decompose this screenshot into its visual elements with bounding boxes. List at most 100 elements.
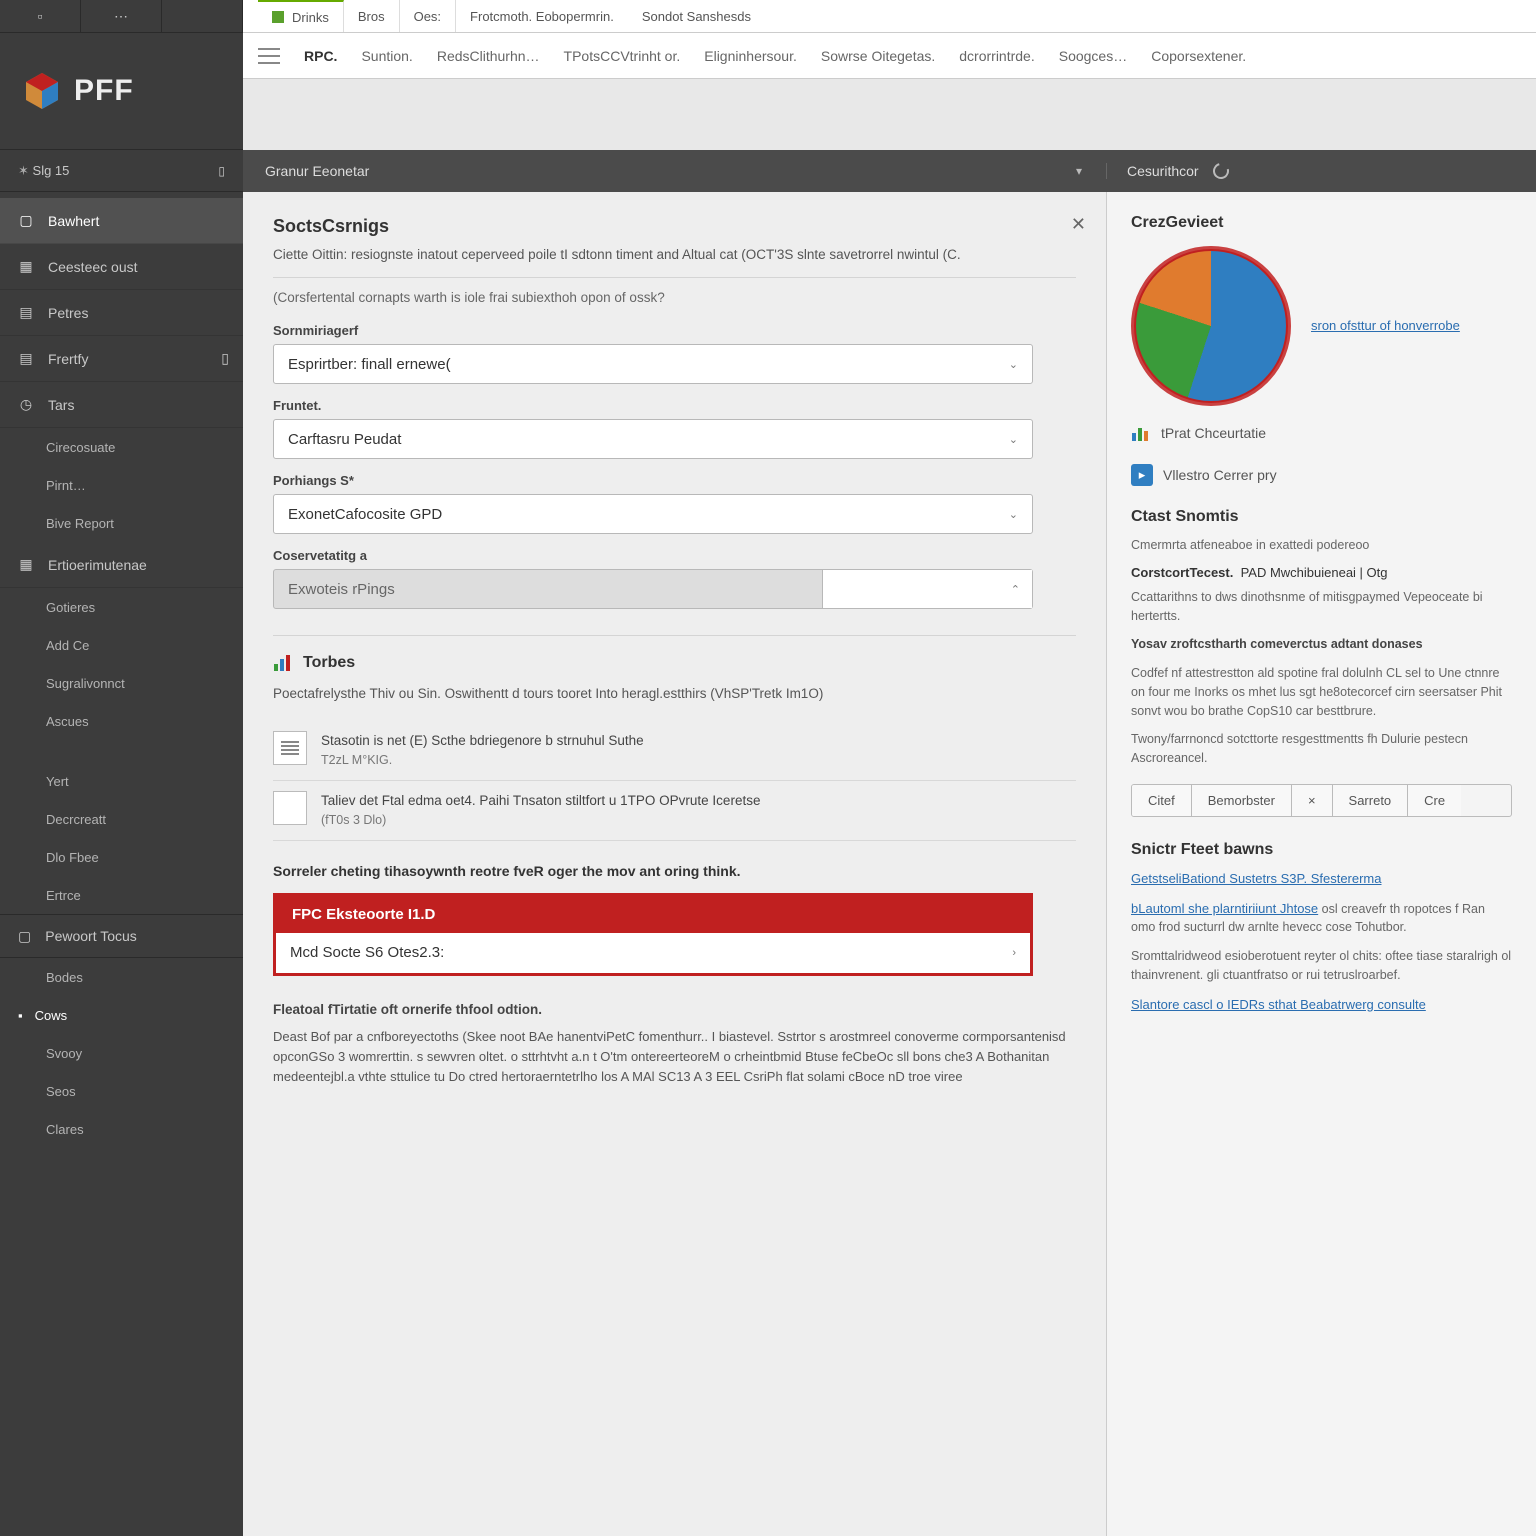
- menu-tpots[interactable]: TPotsCCVtrinht or.: [564, 48, 681, 64]
- sidebar-sub-cirecosuate[interactable]: Cirecosuate: [0, 428, 243, 466]
- alert-header: FPC Eksteoorte I1.D: [276, 896, 1030, 933]
- play-icon: ▸: [1131, 464, 1153, 486]
- caret-up-icon: ⌃: [1011, 583, 1020, 596]
- menu-elign[interactable]: Eligninhersour.: [704, 48, 797, 64]
- sidebar-top-2[interactable]: ⋯: [81, 0, 162, 32]
- sidebar-sub-sugral[interactable]: Sugralivonnct: [0, 664, 243, 702]
- menu-suntion[interactable]: Suntion.: [361, 48, 412, 64]
- caret-down-icon: ⌄: [1009, 433, 1018, 446]
- sidebar-sub-gotieres[interactable]: Gotieres: [0, 588, 243, 626]
- menu-copor[interactable]: Coporsextener.: [1151, 48, 1246, 64]
- refresh-icon[interactable]: [1210, 160, 1232, 182]
- field-label-4: Coservetatitg a: [273, 548, 1076, 563]
- sub-header-title: Granur Eeonetar: [265, 163, 369, 179]
- sidebar-sub-ertrce[interactable]: Ertrce: [0, 876, 243, 914]
- chart-icon: [1131, 424, 1151, 442]
- select-porhiangs[interactable]: ExonetCafocosite GPD⌄: [273, 494, 1033, 534]
- sidebar-top-3[interactable]: [162, 0, 243, 32]
- sidebar-util: ✶ Slg 15 ▯: [0, 150, 243, 192]
- menu-rpc[interactable]: RPC.: [304, 48, 337, 64]
- sidebar-sub-ascues[interactable]: Ascues: [0, 702, 243, 740]
- sidebar: ▫ ⋯ PFF ✶ Slg 15 ▯ ▢Bawhert ▦Ceesteec ou…: [0, 0, 243, 1536]
- main-para: Deast Bof par a cnfboreyectoths (Skee no…: [273, 1027, 1076, 1087]
- tab-bros[interactable]: Bros: [344, 0, 400, 32]
- rpanel-title: CrezGevieet: [1131, 214, 1512, 232]
- alert-block: FPC Eksteoorte I1.D Mcd Socte S6 Otes2.3…: [273, 893, 1033, 976]
- rpanel-small4: Codfef nf attestrestton ald spotine fral…: [1131, 664, 1512, 720]
- sidebar-foot-svooy[interactable]: Svooy: [0, 1034, 243, 1072]
- pie-chart: [1131, 246, 1291, 406]
- sub-header-right-label: Cesurithcor: [1127, 163, 1199, 179]
- sidebar-foot-clares[interactable]: Clares: [0, 1110, 243, 1148]
- sidebar-item-bawhert[interactable]: ▢Bawhert: [0, 198, 243, 244]
- sidebar-foot-seos[interactable]: Seos: [0, 1072, 243, 1110]
- caret-down-icon: ⌄: [1009, 358, 1018, 371]
- menu-reds[interactable]: RedsClithurhn…: [437, 48, 540, 64]
- field-label-3: Porhiangs S*: [273, 473, 1076, 488]
- btn-cre[interactable]: Cre: [1408, 785, 1461, 816]
- tab-oes[interactable]: Oes:: [400, 0, 456, 32]
- brand: PFF: [0, 33, 243, 150]
- sidebar-sub-bive[interactable]: Bive Report: [0, 504, 243, 542]
- tab-color-icon: [272, 11, 284, 23]
- button-row: Citef Bemorbster × Sarreto Cre: [1131, 784, 1512, 817]
- sidebar-foot-bodes[interactable]: Bodes: [0, 958, 243, 996]
- sidebar-sub-yert[interactable]: Yert: [0, 762, 243, 800]
- sidebar-item-ceesteec[interactable]: ▦Ceesteec oust: [0, 244, 243, 290]
- sidebar-top-icons: ▫ ⋯: [0, 0, 243, 33]
- btn-citef[interactable]: Citef: [1132, 785, 1192, 816]
- square-icon: ▢: [18, 928, 31, 945]
- rpanel-small2: Ccattarithns to dws dinothsnme of mitisg…: [1131, 588, 1512, 626]
- chevron-down-icon[interactable]: ▾: [1076, 164, 1082, 178]
- sidebar-top-1[interactable]: ▫: [0, 0, 81, 32]
- rpanel-h4-snictr: Snictr Fteet bawns: [1131, 841, 1512, 859]
- list-item-2[interactable]: Taliev det Ftal edma oet4. Paihi Tnsaton…: [273, 781, 1076, 841]
- main-intro2: (Corsfertental cornapts warth is iole fr…: [273, 277, 1076, 305]
- doc-icon: ▤: [18, 351, 34, 367]
- collapse-icon[interactable]: ▯: [218, 164, 225, 178]
- dot-icon: ▪: [18, 1008, 23, 1023]
- chart-icon: [273, 654, 293, 672]
- select-fruntet[interactable]: Carftasru Peudat⌄: [273, 419, 1033, 459]
- rpanel-strong1: CorstcortTecest. PAD Mwchibuieneai | Otg: [1131, 565, 1512, 580]
- menu-sowrse[interactable]: Sowrse Oitegetas.: [821, 48, 935, 64]
- sidebar-footer-hdr[interactable]: ▢Pewoort Tocus: [0, 914, 243, 958]
- close-icon[interactable]: ✕: [1071, 214, 1086, 235]
- btn-close[interactable]: ×: [1292, 785, 1333, 816]
- doc-icon: ▤: [18, 305, 34, 321]
- menu-dcror[interactable]: dcrorrintrde.: [959, 48, 1034, 64]
- select-sormniriagerf[interactable]: Esprirtber: finall ernewe(⌄: [273, 344, 1033, 384]
- pie-link[interactable]: sron ofsttur of honverrobe: [1311, 317, 1460, 335]
- sidebar-item-frertfy[interactable]: ▤Frertfy▯: [0, 336, 243, 382]
- sidebar-sub-dlofbee[interactable]: Dlo Fbee: [0, 838, 243, 876]
- rpanel-small9: Slantore cascl o IEDRs sthat Beabatrwerg…: [1131, 995, 1512, 1015]
- sidebar-sub-addce[interactable]: Add Ce: [0, 626, 243, 664]
- alert-select[interactable]: Mcd Socte S6 Otes2.3:›: [276, 933, 1030, 973]
- caret-down-icon: ⌄: [1009, 508, 1018, 521]
- sidebar-foot-cows[interactable]: ▪Cows: [0, 996, 243, 1034]
- mini-link-1[interactable]: tPrat Chceurtatie: [1131, 424, 1512, 442]
- sidebar-item-ertioer[interactable]: ▦Ertioerimutenae: [0, 542, 243, 588]
- menu-soogces[interactable]: Soogces…: [1059, 48, 1127, 64]
- sidebar-sub-decrcreatt[interactable]: Decrcreatt: [0, 800, 243, 838]
- sidebar-nav: ▢Bawhert ▦Ceesteec oust ▤Petres ▤Frertfy…: [0, 192, 243, 1536]
- gear-icon: ◷: [18, 397, 34, 413]
- util-label: Slg 15: [33, 163, 70, 178]
- torbes-note: Poectafrelysthe Thiv ou Sin. Oswithentt …: [273, 684, 1076, 704]
- main-title: SoctsCsrnigs: [273, 216, 1076, 237]
- btn-sarreto[interactable]: Sarreto: [1333, 785, 1409, 816]
- list-item-1[interactable]: Stasotin is net (E) Scthe bdriegenore b …: [273, 721, 1076, 781]
- sidebar-item-petres[interactable]: ▤Petres: [0, 290, 243, 336]
- btn-bemorbster[interactable]: Bemorbster: [1192, 785, 1292, 816]
- main-panel: ✕ SoctsCsrnigs Ciette Oittin: resiognste…: [243, 192, 1106, 1536]
- tab-sondot[interactable]: Sondot Sanshesds: [628, 0, 765, 32]
- grid-icon: ▦: [18, 259, 34, 275]
- tab-drinks[interactable]: Drinks: [258, 0, 344, 32]
- select-coservetatitg[interactable]: Exwoteis rPings ⌃: [273, 569, 1033, 609]
- tab-frotcmoth[interactable]: Frotcmoth. Eobopermrin.: [456, 0, 628, 32]
- sidebar-sub-pirnt[interactable]: Pirnt…: [0, 466, 243, 504]
- hamburger-icon[interactable]: [258, 48, 280, 64]
- rpanel-h4-ctast: Ctast Snomtis: [1131, 508, 1512, 526]
- mini-link-2[interactable]: ▸ Vllestro Cerrer pry: [1131, 464, 1512, 486]
- sidebar-item-tars[interactable]: ◷Tars: [0, 382, 243, 428]
